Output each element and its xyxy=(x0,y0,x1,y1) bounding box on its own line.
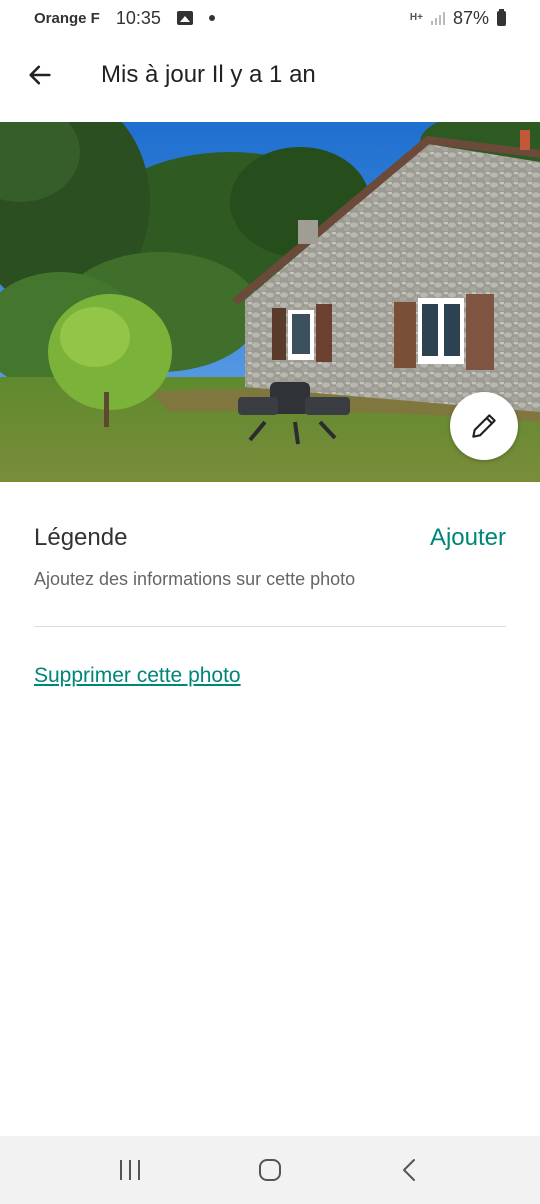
status-bar: Orange F 10:35 H+ 87% xyxy=(0,0,540,36)
back-icon xyxy=(403,1159,415,1181)
nav-back-button[interactable] xyxy=(390,1150,430,1190)
caption-placeholder: Ajoutez des informations sur cette photo xyxy=(34,569,356,589)
delete-photo-link[interactable]: Supprimer cette photo xyxy=(34,664,241,688)
page-title: Mis à jour Il y a 1 an xyxy=(101,61,316,88)
caption-label: Légende xyxy=(34,524,128,551)
divider xyxy=(34,626,506,627)
recent-apps-icon xyxy=(120,1160,140,1180)
system-nav-bar xyxy=(0,1136,540,1204)
notification-dot-icon xyxy=(208,15,215,21)
arrow-left-icon xyxy=(29,65,51,85)
caption-row: Légende Ajouter xyxy=(34,524,506,552)
home-button[interactable] xyxy=(250,1150,290,1190)
photo-detail-screen: Orange F 10:35 H+ 87% Mis à jour Il y a … xyxy=(0,0,540,1204)
battery-icon xyxy=(497,8,506,26)
pencil-icon xyxy=(472,414,496,438)
app-header: Mis à jour Il y a 1 an xyxy=(0,36,540,114)
recent-apps-button[interactable] xyxy=(110,1150,150,1190)
clock: 10:35 xyxy=(115,7,161,28)
carrier-name: Orange F xyxy=(34,9,100,27)
add-caption-button[interactable]: Ajouter xyxy=(430,524,506,552)
edit-photo-button[interactable] xyxy=(450,392,518,460)
home-icon xyxy=(259,1159,281,1181)
back-button[interactable] xyxy=(10,45,70,105)
signal-icon xyxy=(430,11,445,25)
network-type-icon: H+ xyxy=(409,12,423,23)
battery-percentage: 87% xyxy=(452,7,489,28)
gallery-notification-icon xyxy=(176,11,193,25)
